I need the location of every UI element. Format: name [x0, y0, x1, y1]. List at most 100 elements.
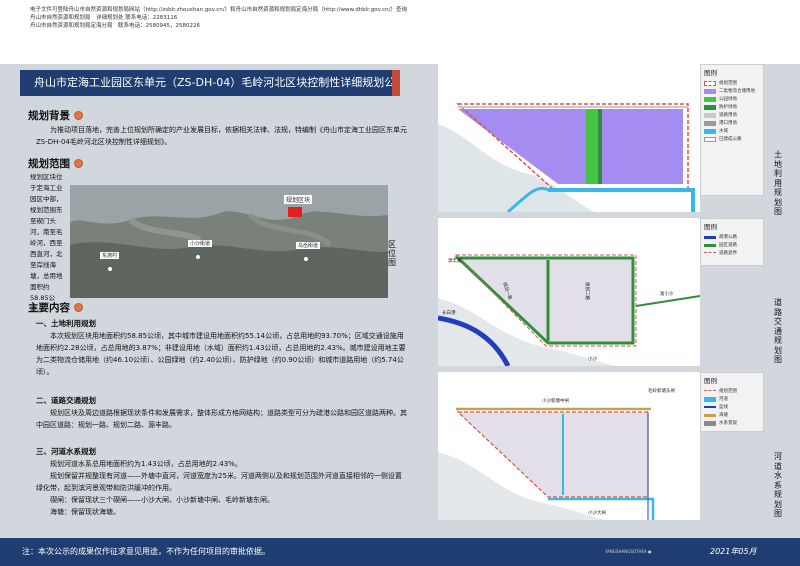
- road-label: 规划二路: [584, 282, 589, 300]
- legend-item: 已建成公路: [701, 135, 763, 143]
- legend-label: 二类物流仓储用地: [719, 89, 755, 94]
- legend-item: 园区道路: [701, 241, 763, 249]
- sluice-label: 小沙大闸: [588, 511, 606, 516]
- legend-item: 规划范围: [701, 387, 763, 395]
- location-map: 规划区块 东漪村 小沙街道 马岙街道: [70, 185, 388, 298]
- legend-swatch: [704, 88, 716, 94]
- road-title: 二、道路交通规划: [36, 396, 96, 405]
- footer-logo: YANGSHANGSOTHEA ●: [605, 549, 652, 554]
- legend-swatch: [704, 251, 716, 255]
- legend-swatch: [704, 128, 716, 134]
- main-heading-text: 主要内容: [28, 302, 70, 314]
- legend-label: 疏港公路: [719, 235, 737, 240]
- road-map: 源丰路 规划一路 规划二路 富小沙 长白港 小沙: [438, 218, 700, 366]
- legend-swatch: [704, 235, 716, 239]
- legend-title: 图例: [704, 377, 717, 385]
- header-line: 电子文件可登陆舟山市自然资源和规划局网站（http://zsblr.zhoush…: [30, 7, 407, 13]
- page-title: 舟山市定海工业园区东单元（ZS-DH-04）毛岭河北区块控制性详细规划公示: [20, 70, 400, 96]
- legend-item: 二类物流仓储用地: [701, 87, 763, 95]
- legend-swatch: [704, 80, 716, 86]
- seawall-text: 海塘：保留现状海塘。: [50, 508, 120, 516]
- section-marker-icon: [74, 303, 83, 312]
- road-label: 富小沙: [660, 292, 674, 297]
- sluice-label: 小沙新塘中闸: [542, 399, 569, 404]
- road-text: 规划区块及周边道路根据现状条件和发展需求，整体形成方格网结构；道路类型可分为疏港…: [36, 409, 407, 429]
- legend-item: 公园绿地: [701, 95, 763, 103]
- section-marker-icon: [74, 111, 83, 120]
- water-title: 三、河道水系规划: [36, 447, 96, 456]
- legend-swatch: [704, 389, 716, 393]
- header-line: 舟山市自然资源和规划局 详细规划处 联系电话：2283116: [30, 15, 178, 21]
- legend-item: 防护绿地: [701, 103, 763, 111]
- road-map-label: 道路交通规划图: [774, 298, 782, 364]
- legend-item: 河道: [701, 395, 763, 403]
- legend-item: 蓝线: [701, 403, 763, 411]
- land-use-title: 一、土地利用规划: [36, 319, 96, 328]
- sluice-label: 毛岭新塘东闸: [648, 389, 675, 394]
- legend-item: 道路用地: [701, 111, 763, 119]
- sluice-text: 碶闸：保留现状三个碶闸——小沙大闸、小沙新塘中闸、毛岭新塘东闸。: [50, 496, 274, 504]
- legend-swatch: [704, 413, 716, 417]
- legend-label: 海塘: [719, 413, 728, 418]
- land-use-text: 本次规划区块用地面积约58.85公顷，其中城市建设用地面积约55.14公顷，占总…: [36, 332, 406, 376]
- legend-item: 水系景观: [701, 419, 763, 427]
- legend-label: 道路用地: [719, 113, 737, 118]
- river-map-drawing: [438, 372, 700, 520]
- road-label: 源丰路: [448, 259, 462, 264]
- legend-label: 港口用地: [719, 121, 737, 126]
- scope-text: 规划区块位于定海工业园区中部，规划范围东至碶门头河，南至毛岭河，西至西直河，北至…: [30, 173, 63, 313]
- background-text: 为推动项目落地，完善上位规划所确定的产业发展目标，依据相关法律、法规，特编制《舟…: [36, 126, 407, 146]
- legend-swatch: [704, 104, 716, 110]
- legend-label: 河道: [719, 397, 728, 402]
- scope-heading-text: 规划范围: [28, 158, 70, 170]
- main-heading: 主要内容: [28, 300, 83, 315]
- header: 电子文件可登陆舟山市自然资源和规划局网站（http://zsblr.zhoush…: [0, 0, 800, 64]
- road-label: 小沙: [588, 357, 597, 362]
- legend-item: 道路退界: [701, 249, 763, 257]
- place-label: 小沙街道: [188, 240, 213, 247]
- legend-swatch: [704, 396, 716, 402]
- legend-label: 水域: [719, 129, 728, 134]
- header-contact-info: 电子文件可登陆舟山市自然资源和规划局网站（http://zsblr.zhoush…: [30, 6, 407, 30]
- water-text-2: 规划保留并规整现有河道——外塘中直河，河道宽度为25米。河道两侧以及和规划范围外…: [36, 472, 402, 492]
- legend-item: 海塘: [701, 411, 763, 419]
- footer-note: 注：本次公示的成果仅作征求意见用途，不作为任何项目的审批依据。: [22, 547, 270, 556]
- legend-label: 蓝线: [719, 405, 728, 410]
- river-map: 毛岭新塘东闸 小沙新塘中闸 小沙大闸: [438, 372, 700, 520]
- land-use-legend: 图例 规划范围 二类物流仓储用地 公园绿地 防护绿地 道路用地 港口用地 水域 …: [700, 64, 764, 196]
- legend-label: 规划范围: [719, 81, 737, 86]
- legend-item: 港口用地: [701, 119, 763, 127]
- legend-swatch: [704, 406, 716, 408]
- land-use-map: [438, 64, 700, 212]
- land-use-map-drawing: [438, 64, 700, 212]
- legend-label: 水系景观: [719, 421, 737, 426]
- site-label: 规划区块: [284, 195, 313, 204]
- legend-label: 园区道路: [719, 243, 737, 248]
- legend-swatch: [704, 136, 716, 142]
- legend-item: 疏港公路: [701, 233, 763, 241]
- legend-swatch: [704, 120, 716, 126]
- legend-swatch: [704, 420, 716, 426]
- aerial-photo: [70, 185, 388, 298]
- background-heading-text: 规划背景: [28, 110, 70, 122]
- legend-label: 防护绿地: [719, 105, 737, 110]
- river-legend: 图例 规划范围 河道 蓝线 海塘 水系景观: [700, 372, 764, 432]
- place-label: 马岙街道: [296, 242, 321, 249]
- scope-heading: 规划范围: [28, 156, 83, 171]
- legend-swatch: [704, 243, 716, 247]
- water-text-1: 规划河道水系总用地面积约为1.43公顷，占总用地的2.43%。: [50, 460, 242, 468]
- footer-date: 2021年05月: [710, 547, 757, 556]
- legend-label: 道路退界: [719, 251, 737, 256]
- section-marker-icon: [74, 159, 83, 168]
- legend-label: 公园绿地: [719, 97, 737, 102]
- location-map-label: 区位图: [388, 240, 396, 267]
- land-use-map-label: 土地利用规划图: [774, 150, 782, 216]
- legend-label: 规划范围: [719, 389, 737, 394]
- background-heading: 规划背景: [28, 108, 83, 123]
- road-legend: 图例 疏港公路 园区道路 道路退界: [700, 218, 764, 266]
- river-map-label: 河道水系规划图: [774, 452, 782, 518]
- legend-label: 已建成公路: [719, 137, 742, 142]
- legend-swatch: [704, 112, 716, 118]
- road-label: 长白港: [442, 311, 456, 316]
- legend-title: 图例: [704, 223, 717, 231]
